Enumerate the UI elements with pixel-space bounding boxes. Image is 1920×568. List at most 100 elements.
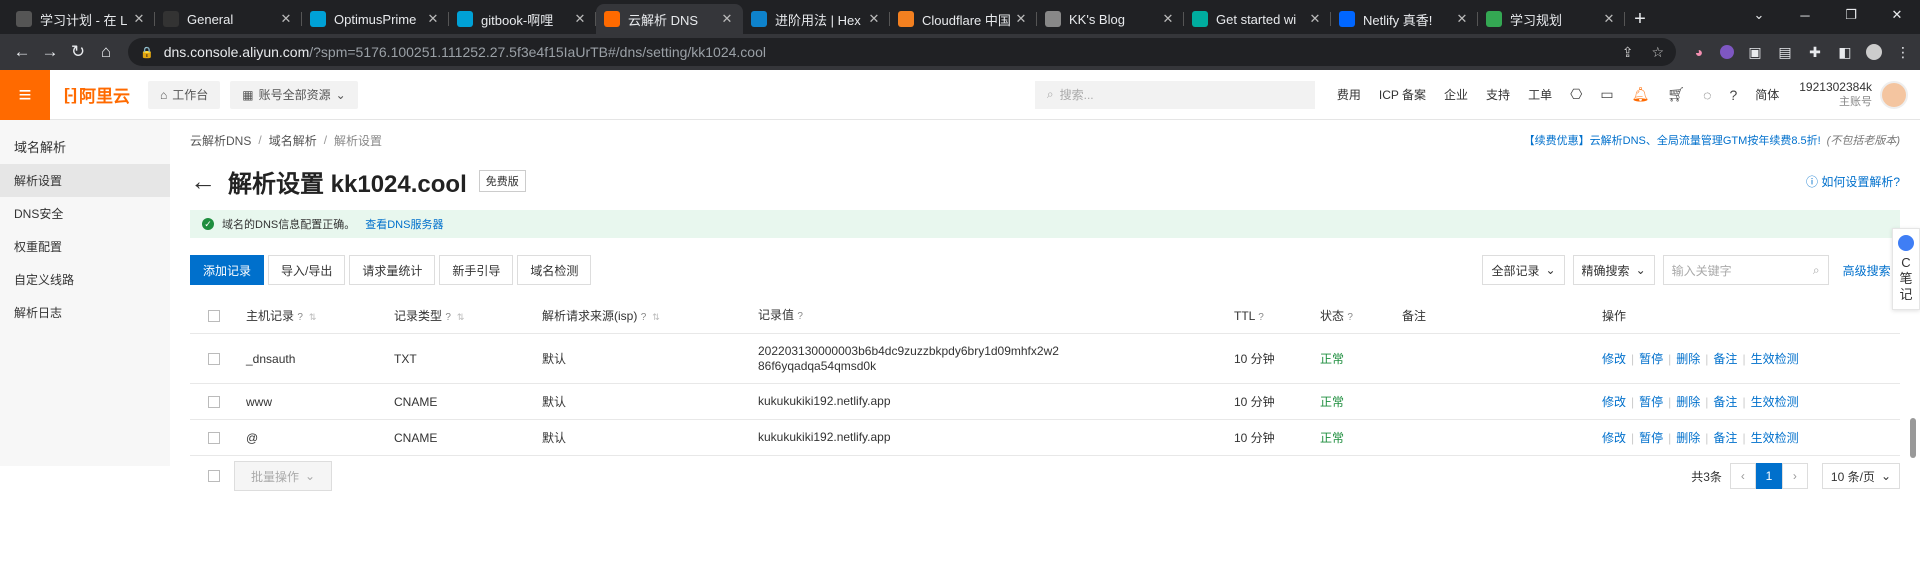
promo-link[interactable]: 【续费优惠】云解析DNS、全局流量管理GTM按年续费8.5折! (不包括老版本) — [1524, 132, 1900, 148]
bell-icon[interactable]: 🔔︎ — [1632, 86, 1650, 103]
add-record-button[interactable]: 添加记录 — [190, 255, 265, 285]
profile-icon[interactable] — [1866, 44, 1882, 60]
sort-icon[interactable]: ⇅ — [457, 312, 465, 322]
import-export-button[interactable]: 导入/导出 — [268, 255, 346, 285]
row-checkbox[interactable] — [208, 352, 220, 365]
console-search-input[interactable]: ⌕ 搜索... — [1034, 80, 1315, 109]
forward-icon[interactable]: → — [36, 38, 64, 66]
page-size-select[interactable]: 10 条/页 ⌄ — [1821, 463, 1900, 489]
workbench-button[interactable]: ⌂ 工作台 — [147, 80, 221, 109]
topnav-link-fee[interactable]: 费用 — [1337, 86, 1361, 103]
tab-close-icon[interactable]: ✕ — [1160, 11, 1176, 27]
breadcrumb-item[interactable]: 云解析DNS — [190, 132, 251, 149]
prev-page-icon[interactable]: ‹ — [1729, 463, 1756, 489]
tab-close-icon[interactable]: ✕ — [425, 11, 441, 27]
help-link[interactable]: ⓘ 如何设置解析? — [1806, 173, 1900, 190]
view-dns-server-link[interactable]: 查看DNS服务器 — [365, 216, 443, 232]
topnav-link-icp[interactable]: ICP 备案 — [1379, 86, 1426, 103]
footer-checkbox[interactable] — [208, 470, 220, 482]
domain-check-button[interactable]: 域名检测 — [517, 255, 592, 285]
aliyun-logo[interactable]: [-] 阿里云 — [50, 82, 148, 107]
sort-icon[interactable]: ⇅ — [652, 312, 660, 322]
browser-tab[interactable]: General ✕ — [155, 4, 302, 34]
browser-tab[interactable]: 进阶用法 | Hex ✕ — [743, 4, 890, 34]
code-icon[interactable]: ⎔ — [1570, 86, 1582, 103]
row-action-0[interactable]: 修改 — [1602, 395, 1626, 409]
sidebar-item-setting[interactable]: 解析设置 — [0, 164, 170, 197]
row-action-2[interactable]: 删除 — [1676, 352, 1700, 366]
row-checkbox[interactable] — [208, 431, 220, 444]
puzzle-icon[interactable]: ✚ — [1806, 43, 1824, 61]
purple-extension-icon[interactable] — [1720, 45, 1734, 59]
sidebar-title[interactable]: 域名解析 — [0, 128, 170, 164]
cat-extension-icon[interactable]: ◕ — [1690, 43, 1708, 61]
row-action-1[interactable]: 暂停 — [1639, 352, 1663, 366]
tab-close-icon[interactable]: ✕ — [278, 11, 294, 27]
help-icon[interactable]: ? — [1729, 87, 1737, 103]
browser-tab[interactable]: KK's Blog ✕ — [1037, 4, 1184, 34]
browser-tab[interactable]: 学习计划 - 在 L ✕ — [8, 4, 155, 34]
question-icon[interactable]: ? — [797, 311, 803, 322]
record-filter-select[interactable]: 全部记录 ⌄ — [1482, 255, 1565, 285]
float-note-widget[interactable]: C 笔 记 — [1892, 228, 1920, 310]
menu-dots-icon[interactable]: ⋮ — [1894, 43, 1912, 61]
reload-icon[interactable]: ↻ — [64, 38, 92, 66]
row-checkbox[interactable] — [208, 395, 220, 408]
next-page-icon[interactable]: › — [1781, 463, 1808, 489]
sidebar-item-custom-line[interactable]: 自定义线路 — [0, 263, 170, 296]
keyword-input[interactable]: 输入关键字 ⌕ — [1662, 255, 1829, 285]
url-input[interactable]: 🔒 dns.console.aliyun.com/?spm=5176.10025… — [128, 38, 1676, 66]
sidebar-item-log[interactable]: 解析日志 — [0, 296, 170, 329]
tab-close-icon[interactable]: ✕ — [866, 11, 882, 27]
topnav-link-enterprise[interactable]: 企业 — [1444, 86, 1468, 103]
row-action-3[interactable]: 备注 — [1713, 395, 1737, 409]
batch-actions-dropdown[interactable]: 批量操作 ⌄ — [234, 461, 332, 491]
tab-close-icon[interactable]: ✕ — [1013, 11, 1029, 27]
question-icon[interactable]: ? — [641, 312, 647, 323]
page-number[interactable]: 1 — [1755, 463, 1782, 489]
tab-close-icon[interactable]: ✕ — [1601, 11, 1617, 27]
tab-search-icon[interactable]: ⌄ — [1736, 0, 1782, 30]
browser-tab[interactable]: Cloudflare 中国 ✕ — [890, 4, 1037, 34]
home-icon[interactable]: ⌂ — [92, 38, 120, 66]
tab-close-icon[interactable]: ✕ — [131, 11, 147, 27]
row-action-2[interactable]: 删除 — [1676, 395, 1700, 409]
row-action-3[interactable]: 备注 — [1713, 431, 1737, 445]
row-action-4[interactable]: 生效检测 — [1751, 431, 1799, 445]
row-action-4[interactable]: 生效检测 — [1751, 352, 1799, 366]
row-action-2[interactable]: 删除 — [1676, 431, 1700, 445]
breadcrumb-item[interactable]: 域名解析 — [269, 132, 317, 149]
tab-close-icon[interactable]: ✕ — [1307, 11, 1323, 27]
scrollbar[interactable] — [1910, 418, 1916, 458]
row-action-1[interactable]: 暂停 — [1639, 395, 1663, 409]
terminal-icon[interactable]: ▭ — [1600, 86, 1613, 103]
resources-dropdown[interactable]: ▦ 账号全部资源 ⌄ — [230, 80, 358, 109]
browser-tab[interactable]: OptimusPrime ✕ — [302, 4, 449, 34]
back-icon[interactable]: ← — [8, 38, 36, 66]
new-tab-button[interactable]: + — [1625, 4, 1655, 34]
lightbulb-icon[interactable]: ◌ — [1703, 87, 1711, 103]
row-action-4[interactable]: 生效检测 — [1751, 395, 1799, 409]
question-icon[interactable]: ? — [1258, 312, 1264, 323]
tab-close-icon[interactable]: ✕ — [1454, 11, 1470, 27]
bookmark-star-icon[interactable]: ☆ — [1651, 44, 1664, 61]
browser-tab[interactable]: 云解析 DNS ✕ — [596, 4, 743, 34]
back-arrow-icon[interactable]: ← — [190, 166, 216, 197]
image-extension-icon[interactable]: ▣ — [1746, 43, 1764, 61]
browser-tab[interactable]: gitbook-啊哩 ✕ — [449, 4, 596, 34]
question-icon[interactable]: ? — [297, 312, 303, 323]
cart-icon[interactable]: 🛒︎ — [1667, 86, 1685, 103]
row-action-1[interactable]: 暂停 — [1639, 431, 1663, 445]
sidebar-item-weight[interactable]: 权重配置 — [0, 230, 170, 263]
close-window-icon[interactable]: ✕ — [1874, 0, 1920, 30]
select-all-checkbox[interactable] — [208, 309, 220, 322]
topnav-link-ticket[interactable]: 工单 — [1528, 86, 1552, 103]
restore-icon[interactable]: ❐ — [1828, 0, 1874, 30]
tab-close-icon[interactable]: ✕ — [572, 11, 588, 27]
row-action-0[interactable]: 修改 — [1602, 352, 1626, 366]
card-extension-icon[interactable]: ▤ — [1776, 43, 1794, 61]
tab-close-icon[interactable]: ✕ — [719, 11, 735, 27]
sidepanel-icon[interactable]: ◧ — [1836, 43, 1854, 61]
row-action-0[interactable]: 修改 — [1602, 431, 1626, 445]
topnav-link-support[interactable]: 支持 — [1486, 86, 1510, 103]
